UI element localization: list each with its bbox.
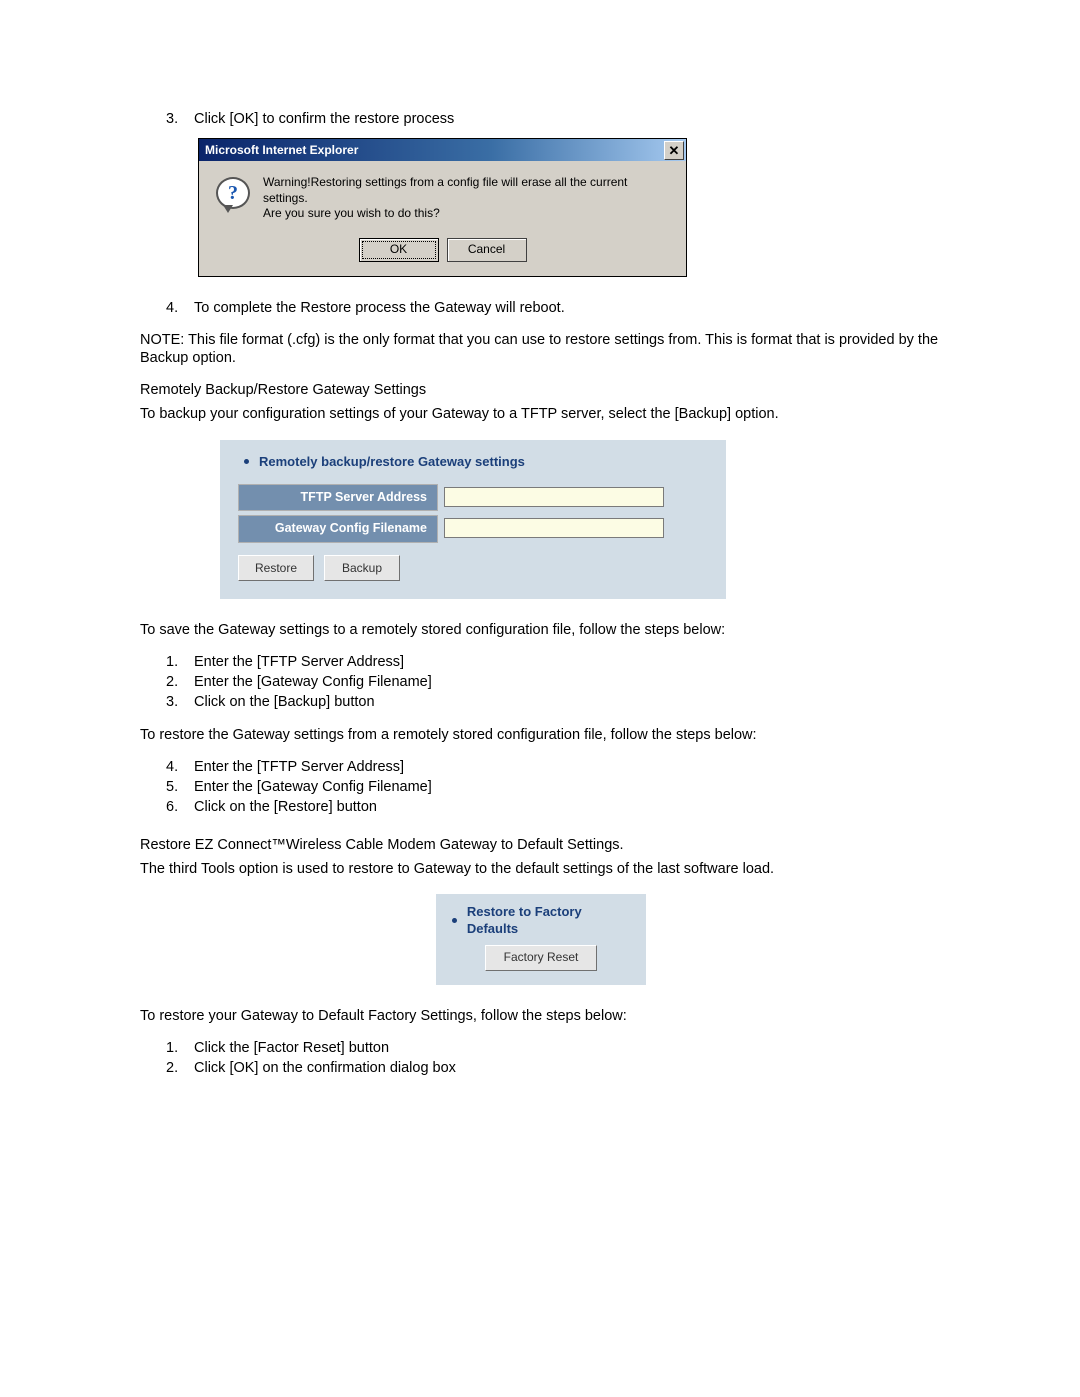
config-filename-label: Gateway Config Filename: [238, 515, 438, 543]
remote-intro: To backup your configuration settings of…: [140, 405, 942, 423]
save-steps-list: 1.Enter the [TFTP Server Address] 2.Ente…: [140, 653, 942, 711]
config-filename-input[interactable]: [444, 518, 664, 538]
save-intro: To save the Gateway settings to a remote…: [140, 621, 942, 639]
remote-backup-panel: Remotely backup/restore Gateway settings…: [220, 440, 726, 600]
cancel-button[interactable]: Cancel: [447, 238, 527, 262]
remote-heading: Remotely Backup/Restore Gateway Settings: [140, 381, 942, 399]
bullet-icon: [244, 459, 249, 464]
question-icon: ?: [213, 175, 253, 209]
note-paragraph: NOTE: This file format (.cfg) is the onl…: [140, 331, 942, 367]
dialog-message: Warning!Restoring settings from a config…: [253, 175, 672, 222]
defaults-heading: Restore EZ Connect™Wireless Cable Modem …: [140, 836, 942, 854]
step-3: 3. Click [OK] to confirm the restore pro…: [140, 110, 942, 128]
dialog-titlebar: Microsoft Internet Explorer ✕: [199, 139, 686, 161]
tftp-address-input[interactable]: [444, 487, 664, 507]
step-text: Click [OK] to confirm the restore proces…: [194, 110, 454, 128]
step-number: 4.: [166, 299, 194, 317]
defaults-intro: The third Tools option is used to restor…: [140, 860, 942, 878]
step-number: 3.: [166, 110, 194, 128]
defaults-followup: To restore your Gateway to Default Facto…: [140, 1007, 942, 1025]
dialog-body: ? Warning!Restoring settings from a conf…: [199, 161, 686, 276]
close-icon[interactable]: ✕: [664, 141, 684, 160]
panel-title: Remotely backup/restore Gateway settings: [259, 454, 525, 470]
ie-confirm-dialog: Microsoft Internet Explorer ✕ ? Warning!…: [198, 138, 687, 277]
restore-steps-list: 4.Enter the [TFTP Server Address] 5.Ente…: [140, 758, 942, 816]
factory-reset-button[interactable]: Factory Reset: [485, 945, 597, 971]
step-4: 4. To complete the Restore process the G…: [140, 299, 942, 317]
bullet-icon: [452, 918, 457, 923]
step-text: To complete the Restore process the Gate…: [194, 299, 565, 317]
factory-reset-panel: Restore to Factory Defaults Factory Rese…: [436, 894, 646, 985]
tftp-address-label: TFTP Server Address: [238, 484, 438, 512]
restore-intro: To restore the Gateway settings from a r…: [140, 726, 942, 744]
restore-button[interactable]: Restore: [238, 555, 314, 581]
defaults-steps-list: 1.Click the [Factor Reset] button 2.Clic…: [140, 1039, 942, 1077]
dialog-title: Microsoft Internet Explorer: [205, 143, 358, 158]
backup-button[interactable]: Backup: [324, 555, 400, 581]
ok-button[interactable]: OK: [359, 238, 439, 262]
panel-title: Restore to Factory Defaults: [467, 904, 632, 937]
